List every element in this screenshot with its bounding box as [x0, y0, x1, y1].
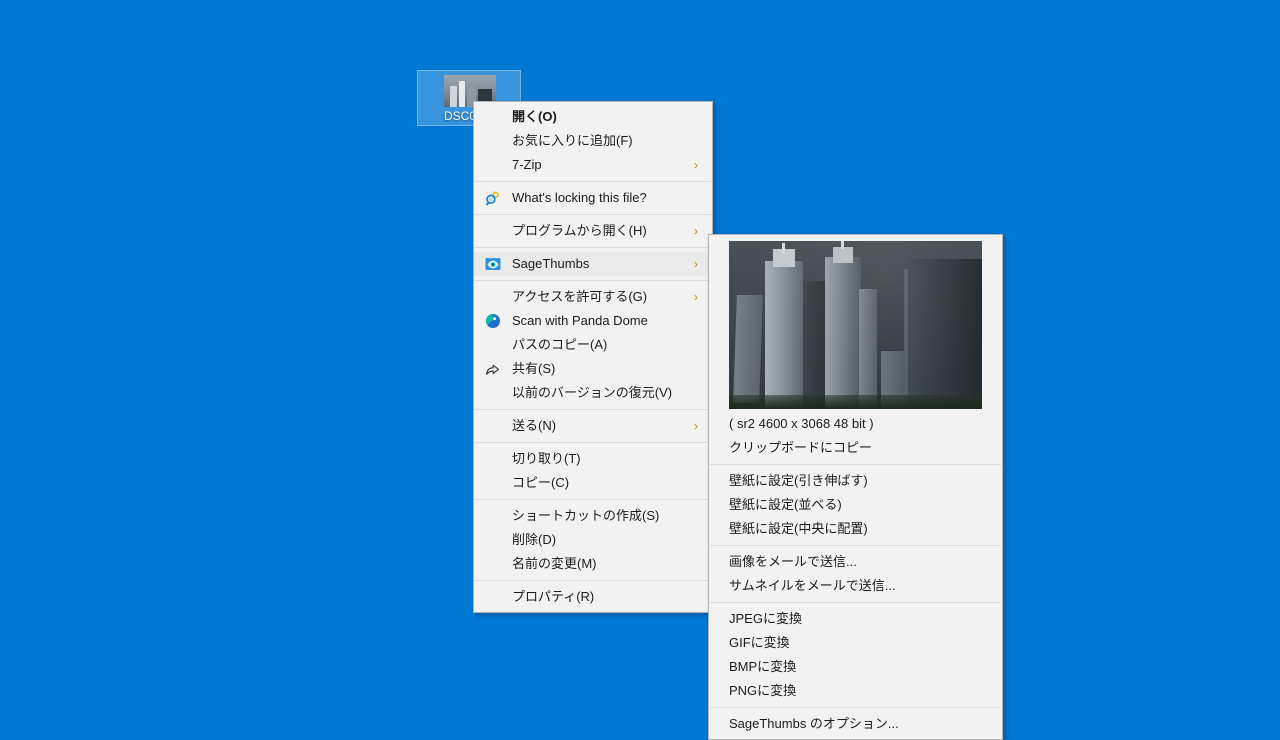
submenu-item-convert-to-png[interactable]: PNGに変換 — [709, 679, 1002, 703]
sagethumbs-submenu[interactable]: ( sr2 4600 x 3068 48 bit ) クリップボードにコピー壁紙… — [708, 234, 1003, 740]
menu-item-label: ショートカットの作成(S) — [512, 504, 659, 528]
panda-dome-icon — [485, 313, 501, 329]
submenu-item-label: SageThumbs のオプション... — [729, 712, 899, 736]
menu-item-scan-with-panda-dome[interactable]: Scan with Panda Dome — [474, 309, 712, 333]
submenu-item-sagethumbs-options[interactable]: SageThumbs のオプション... — [709, 712, 1002, 736]
submenu-item-label: PNGに変換 — [729, 679, 796, 703]
submenu-item-label: 画像をメールで送信... — [729, 550, 857, 574]
share-icon — [485, 361, 501, 377]
submenu-item-convert-to-bmp[interactable]: BMPに変換 — [709, 655, 1002, 679]
menu-item-label: アクセスを許可する(G) — [512, 285, 647, 309]
menu-separator — [475, 280, 711, 281]
chevron-right-icon: › — [694, 414, 698, 438]
menu-item-copy-path[interactable]: パスのコピー(A) — [474, 333, 712, 357]
menu-item-label: 共有(S) — [512, 357, 555, 381]
submenu-item-set-wallpaper-tile[interactable]: 壁紙に設定(並べる) — [709, 493, 1002, 517]
menu-item-share[interactable]: 共有(S) — [474, 357, 712, 381]
menu-item-label: コピー(C) — [512, 471, 569, 495]
menu-item-label: プログラムから開く(H) — [512, 219, 647, 243]
image-dimension-text: ( sr2 4600 x 3068 48 bit ) — [709, 413, 1002, 436]
submenu-item-label: GIFに変換 — [729, 631, 790, 655]
menu-item-whats-locking-this-file[interactable]: What's locking this file? — [474, 186, 712, 210]
menu-item-cut[interactable]: 切り取り(T) — [474, 447, 712, 471]
menu-separator — [475, 409, 711, 410]
menu-item-label: Scan with Panda Dome — [512, 309, 648, 333]
menu-item-send-to[interactable]: 送る(N) › — [474, 414, 712, 438]
submenu-item-label: BMPに変換 — [729, 655, 796, 679]
chevron-right-icon: › — [694, 219, 698, 243]
menu-item-label: 削除(D) — [512, 528, 556, 552]
submenu-separator — [710, 545, 1001, 546]
menu-separator — [475, 247, 711, 248]
menu-item-sagethumbs[interactable]: SageThumbs › — [474, 252, 712, 276]
skyscrapers-thumbnail-icon — [729, 241, 982, 409]
menu-item-rename[interactable]: 名前の変更(M) — [474, 552, 712, 576]
menu-item-label: 以前のバージョンの復元(V) — [512, 381, 672, 405]
chevron-right-icon: › — [694, 252, 698, 276]
menu-item-label: 開く(O) — [512, 105, 557, 129]
submenu-item-convert-to-gif[interactable]: GIFに変換 — [709, 631, 1002, 655]
menu-item-properties[interactable]: プロパティ(R) — [474, 585, 712, 609]
menu-item-label: SageThumbs — [512, 252, 589, 276]
menu-item-label: お気に入りに追加(F) — [512, 129, 633, 153]
submenu-item-set-wallpaper-center[interactable]: 壁紙に設定(中央に配置) — [709, 517, 1002, 541]
menu-item-7zip[interactable]: 7-Zip › — [474, 153, 712, 177]
submenu-separator — [710, 602, 1001, 603]
menu-item-label: パスのコピー(A) — [512, 333, 607, 357]
submenu-item-label: JPEGに変換 — [729, 607, 802, 631]
sagethumbs-submenu-items: クリップボードにコピー壁紙に設定(引き伸ばす)壁紙に設定(並べる)壁紙に設定(中… — [709, 436, 1002, 736]
menu-separator — [475, 442, 711, 443]
sagethumbs-icon — [485, 256, 501, 272]
menu-item-copy[interactable]: コピー(C) — [474, 471, 712, 495]
submenu-separator — [710, 707, 1001, 708]
menu-item-grant-access-to[interactable]: アクセスを許可する(G) › — [474, 285, 712, 309]
menu-item-create-shortcut[interactable]: ショートカットの作成(S) — [474, 504, 712, 528]
menu-item-label: 名前の変更(M) — [512, 552, 597, 576]
menu-item-delete[interactable]: 削除(D) — [474, 528, 712, 552]
submenu-item-label: 壁紙に設定(並べる) — [729, 493, 842, 517]
preview-container — [709, 235, 1002, 413]
submenu-item-convert-to-jpeg[interactable]: JPEGに変換 — [709, 607, 1002, 631]
menu-item-label: What's locking this file? — [512, 186, 647, 210]
submenu-item-label: サムネイルをメールで送信... — [729, 574, 896, 598]
menu-item-restore-previous-versions[interactable]: 以前のバージョンの復元(V) — [474, 381, 712, 405]
submenu-item-label: クリップボードにコピー — [729, 436, 872, 460]
desktop-background[interactable]: DSC0000 開く(O)お気に入りに追加(F)7-Zip›What's loc… — [0, 0, 1280, 720]
submenu-item-email-image[interactable]: 画像をメールで送信... — [709, 550, 1002, 574]
menu-item-open-with[interactable]: プログラムから開く(H) › — [474, 219, 712, 243]
menu-separator — [475, 580, 711, 581]
menu-item-label: プロパティ(R) — [512, 585, 594, 609]
menu-separator — [475, 499, 711, 500]
submenu-separator — [710, 464, 1001, 465]
menu-item-open[interactable]: 開く(O) — [474, 105, 712, 129]
menu-item-label: 7-Zip — [512, 153, 542, 177]
chevron-right-icon: › — [694, 153, 698, 177]
menu-separator — [475, 181, 711, 182]
submenu-item-set-wallpaper-stretch[interactable]: 壁紙に設定(引き伸ばす) — [709, 469, 1002, 493]
magnifier-gear-icon — [485, 190, 501, 206]
menu-item-label: 切り取り(T) — [512, 447, 581, 471]
context-menu[interactable]: 開く(O)お気に入りに追加(F)7-Zip › What's locking thi… — [473, 101, 713, 613]
menu-item-add-to-favorites[interactable]: お気に入りに追加(F) — [474, 129, 712, 153]
submenu-item-email-thumbnail[interactable]: サムネイルをメールで送信... — [709, 574, 1002, 598]
chevron-right-icon: › — [694, 285, 698, 309]
submenu-item-label: 壁紙に設定(引き伸ばす) — [729, 469, 868, 493]
submenu-item-label: 壁紙に設定(中央に配置) — [729, 517, 868, 541]
menu-item-label: 送る(N) — [512, 414, 556, 438]
submenu-item-copy-to-clipboard[interactable]: クリップボードにコピー — [709, 436, 1002, 460]
menu-separator — [475, 214, 711, 215]
